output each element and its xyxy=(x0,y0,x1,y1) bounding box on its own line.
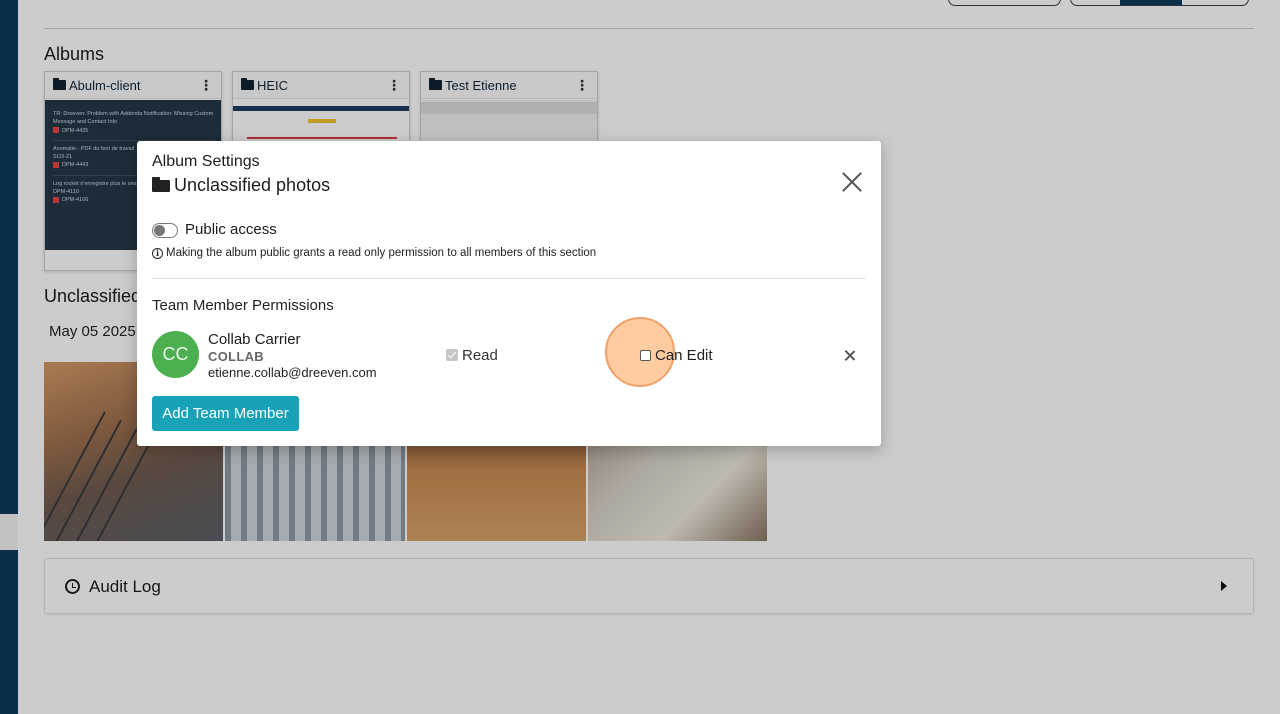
info-text: Making the album public grants a read on… xyxy=(166,247,597,259)
close-icon[interactable] xyxy=(839,169,865,195)
folder-icon xyxy=(152,176,170,192)
public-access-toggle[interactable] xyxy=(152,223,178,238)
can-edit-label[interactable]: Can Edit xyxy=(655,347,713,364)
member-role: COLLAB xyxy=(208,349,264,364)
public-access-info: i Making the album public grants a read … xyxy=(152,247,596,259)
can-edit-checkbox[interactable] xyxy=(640,350,651,361)
member-email: etienne.collab@dreeven.com xyxy=(208,365,377,380)
toggle-knob xyxy=(154,225,165,236)
read-label: Read xyxy=(462,347,498,364)
modal-title: Album Settings xyxy=(152,153,260,170)
modal-album-name: Unclassified photos xyxy=(152,175,330,196)
remove-member-icon[interactable] xyxy=(844,350,855,361)
modal-divider xyxy=(152,278,866,279)
read-checkbox[interactable] xyxy=(446,349,458,361)
album-settings-modal: Album Settings Unclassified photos Publi… xyxy=(137,141,881,446)
permissions-title: Team Member Permissions xyxy=(152,297,334,314)
public-access-label: Public access xyxy=(185,221,277,238)
member-name: Collab Carrier xyxy=(208,331,301,348)
info-icon: i xyxy=(152,247,163,259)
add-team-member-button[interactable]: Add Team Member xyxy=(152,396,299,431)
avatar: CC xyxy=(152,331,199,378)
album-name-text: Unclassified photos xyxy=(174,175,331,195)
